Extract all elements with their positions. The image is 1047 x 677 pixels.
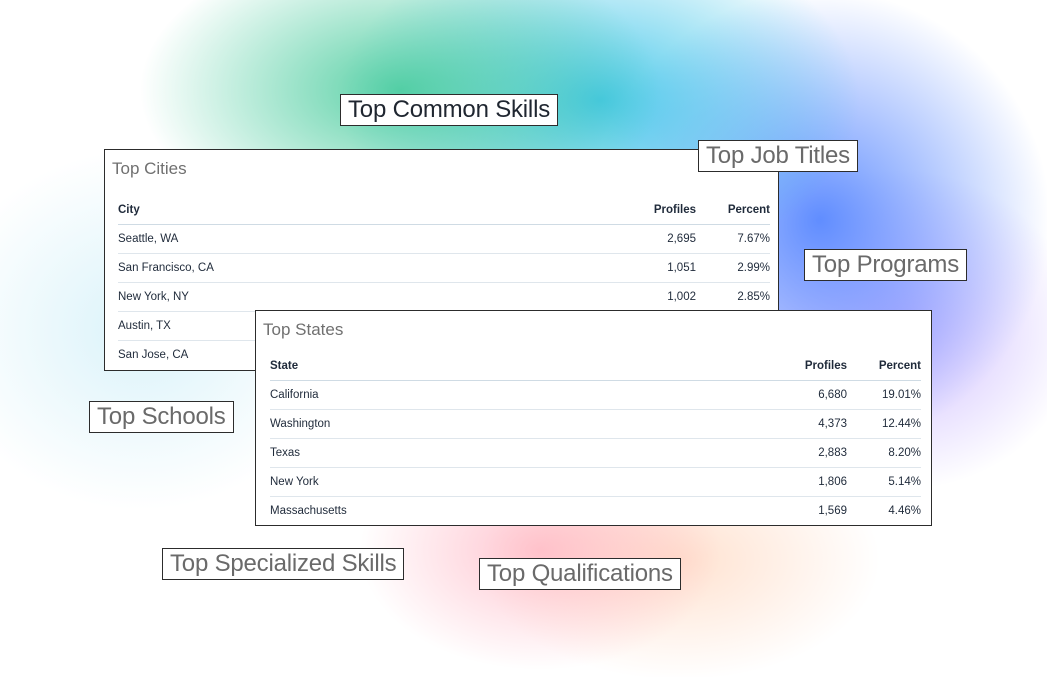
table-header-row: State Profiles Percent	[270, 352, 921, 381]
column-header-profiles: Profiles	[606, 196, 696, 225]
tag-top-common-skills: Top Common Skills	[340, 94, 558, 126]
card-title: Top Cities	[112, 159, 187, 178]
table-row: New York, NY 1,002 2.85%	[118, 282, 770, 312]
percent-value: 7.67%	[696, 224, 770, 254]
tag-top-schools: Top Schools	[89, 401, 234, 433]
table-row: Massachusetts 1,569 4.46%	[270, 496, 921, 525]
table-row: Texas 2,883 8.20%	[270, 438, 921, 468]
column-header-state: State	[270, 352, 757, 381]
tag-top-specialized-skills: Top Specialized Skills	[162, 548, 405, 580]
state-name: Massachusetts	[270, 496, 757, 525]
table-row: San Francisco, CA 1,051 2.99%	[118, 253, 770, 283]
table-row: Seattle, WA 2,695 7.67%	[118, 224, 770, 254]
percent-value: 19.01%	[847, 380, 921, 410]
column-header-percent: Percent	[847, 352, 921, 381]
percent-value: 8.20%	[847, 438, 921, 468]
top-states-card: Top States State Profiles Percent Califo…	[255, 310, 932, 526]
profiles-count: 1,569	[757, 496, 847, 525]
profiles-count: 1,051	[606, 253, 696, 283]
state-name: Washington	[270, 409, 757, 439]
column-header-city: City	[118, 196, 606, 225]
tag-top-programs: Top Programs	[804, 249, 967, 281]
tag-top-job-titles: Top Job Titles	[698, 140, 858, 172]
table-row: California 6,680 19.01%	[270, 380, 921, 410]
profiles-count: 2,883	[757, 438, 847, 468]
column-header-percent: Percent	[696, 196, 770, 225]
city-name: San Francisco, CA	[118, 253, 606, 283]
percent-value: 12.44%	[847, 409, 921, 439]
profiles-count: 1,002	[606, 282, 696, 312]
states-table: State Profiles Percent California 6,680 …	[270, 352, 921, 525]
table-row: New York 1,806 5.14%	[270, 467, 921, 497]
percent-value: 4.46%	[847, 496, 921, 525]
city-name: New York, NY	[118, 282, 606, 312]
profiles-count: 6,680	[757, 380, 847, 410]
table-row: Washington 4,373 12.44%	[270, 409, 921, 439]
card-title: Top States	[263, 320, 344, 339]
profiles-count: 1,806	[757, 467, 847, 497]
column-header-profiles: Profiles	[757, 352, 847, 381]
percent-value: 2.85%	[696, 282, 770, 312]
percent-value: 5.14%	[847, 467, 921, 497]
profiles-count: 2,695	[606, 224, 696, 254]
table-header-row: City Profiles Percent	[118, 196, 770, 225]
percent-value: 2.99%	[696, 253, 770, 283]
state-name: New York	[270, 467, 757, 497]
state-name: Texas	[270, 438, 757, 468]
profiles-count: 4,373	[757, 409, 847, 439]
city-name: Seattle, WA	[118, 224, 606, 254]
state-name: California	[270, 380, 757, 410]
tag-top-qualifications: Top Qualifications	[479, 558, 681, 590]
